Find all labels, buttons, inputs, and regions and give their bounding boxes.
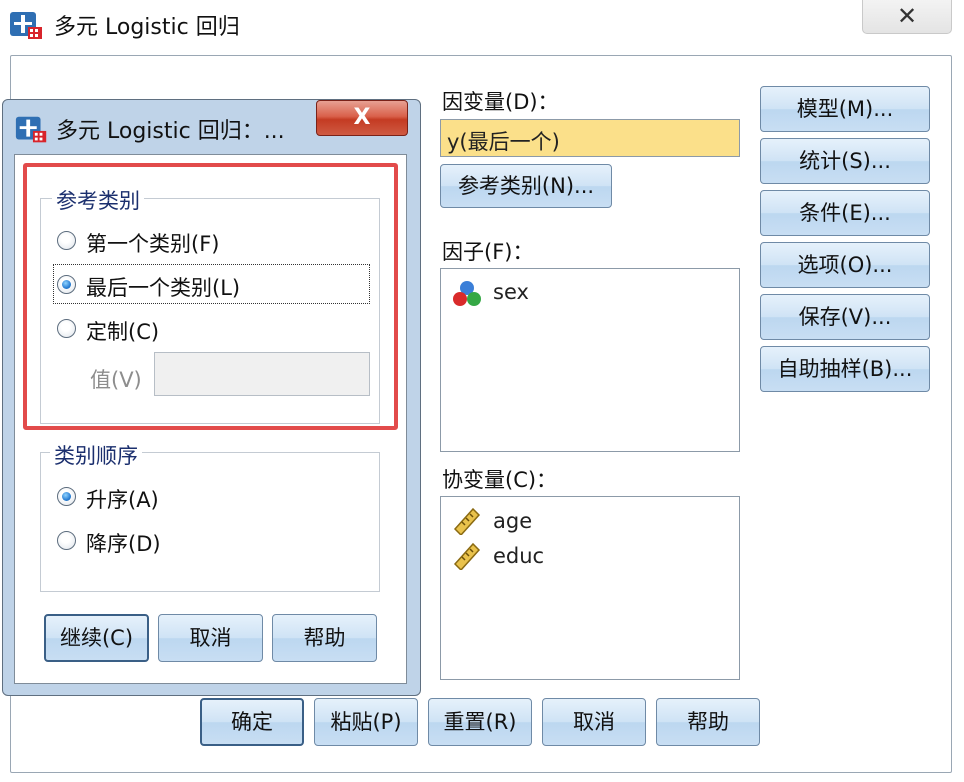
sub-cancel-button[interactable]: 取消 — [158, 614, 263, 662]
criteria-button[interactable]: 条件(E)... — [760, 190, 930, 236]
ascending-label[interactable]: 升序(A) — [86, 484, 159, 514]
sub-dialog-title: 多元 Logistic 回归：... — [56, 119, 285, 144]
paste-button[interactable]: 粘贴(P) — [314, 698, 418, 746]
nominal-variable-icon — [453, 281, 481, 306]
main-window-title: 多元 Logistic 回归 — [54, 15, 240, 40]
highlight-annotation-box — [23, 163, 398, 430]
model-button[interactable]: 模型(M)... — [760, 86, 930, 132]
reset-button[interactable]: 重置(R) — [428, 698, 532, 746]
ascending-radio[interactable] — [57, 487, 76, 506]
dependent-value: y(最后一个) — [447, 130, 560, 154]
bootstrap-button[interactable]: 自助抽样(B)... — [760, 346, 930, 392]
reference-category-button[interactable]: 参考类别(N)... — [440, 164, 612, 208]
category-order-group — [40, 452, 380, 592]
sub-close-button[interactable]: X — [316, 100, 408, 136]
list-item[interactable]: educ — [493, 544, 544, 568]
options-button[interactable]: 选项(O)... — [760, 242, 930, 288]
descending-label[interactable]: 降序(D) — [86, 528, 161, 558]
main-close-button[interactable]: ✕ — [862, 0, 952, 34]
dependent-field[interactable]: y(最后一个) — [440, 119, 740, 157]
help-button[interactable]: 帮助 — [656, 698, 760, 746]
scale-variable-icon — [453, 542, 481, 570]
covariate-listbox[interactable]: age educ — [440, 496, 740, 680]
factor-label: 因子(F)： — [442, 240, 534, 264]
ok-button[interactable]: 确定 — [200, 698, 304, 746]
list-item[interactable]: age — [493, 509, 532, 533]
scale-variable-icon — [453, 507, 481, 535]
list-item[interactable]: sex — [493, 280, 529, 304]
cancel-button[interactable]: 取消 — [542, 698, 646, 746]
dependent-label: 因变量(D)： — [442, 90, 559, 114]
continue-button[interactable]: 继续(C) — [44, 614, 149, 662]
spss-app-icon — [15, 116, 47, 143]
category-order-legend: 类别顺序 — [50, 440, 142, 470]
covariate-label: 协变量(C)： — [442, 468, 558, 492]
spss-app-icon — [10, 12, 42, 39]
statistics-button[interactable]: 统计(S)... — [760, 138, 930, 184]
factor-listbox[interactable]: sex — [440, 268, 740, 452]
descending-radio[interactable] — [57, 531, 76, 550]
save-button[interactable]: 保存(V)... — [760, 294, 930, 340]
sub-help-button[interactable]: 帮助 — [272, 614, 377, 662]
